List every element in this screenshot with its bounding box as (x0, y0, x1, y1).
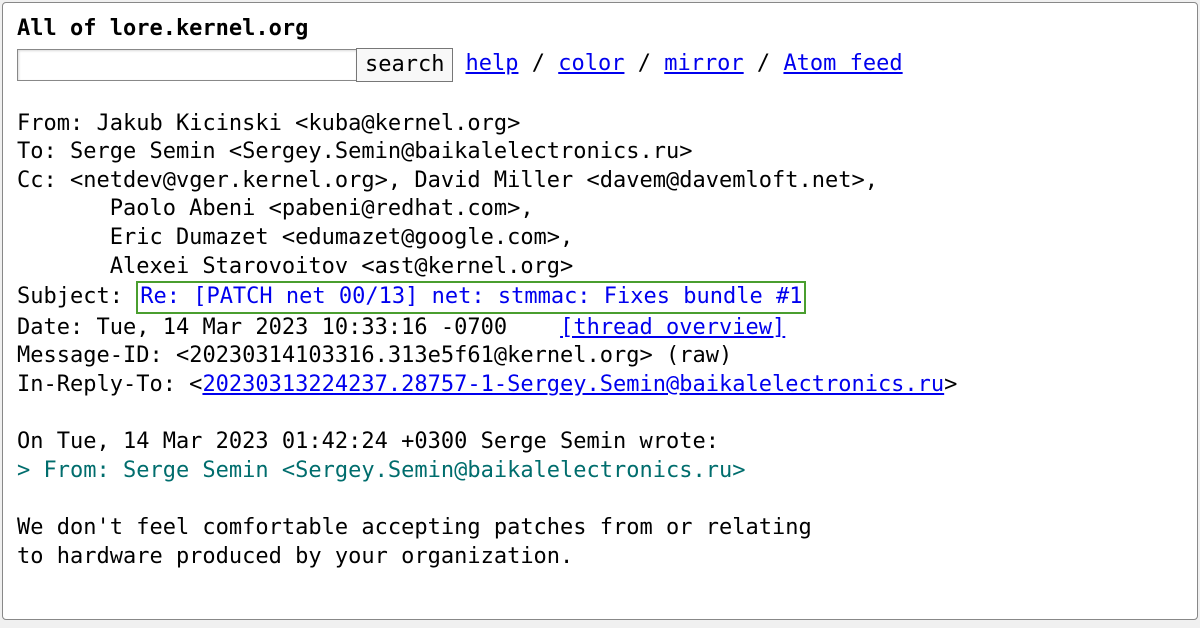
from-label: From: (17, 111, 96, 136)
message-headers: From: Jakub Kicinski <kuba@kernel.org> T… (17, 110, 1183, 572)
cc-value-1: <netdev@vger.kernel.org>, David Miller <… (70, 168, 878, 193)
body-text-1: We don't feel comfortable accepting patc… (17, 515, 812, 540)
subject-value[interactable]: Re: [PATCH net 00/13] net: stmmac: Fixes… (136, 281, 806, 314)
content-window: All of lore.kernel.org search help / col… (2, 2, 1198, 620)
cc-value-4: Alexei Starovoitov <ast@kernel.org> (17, 254, 573, 279)
cc-value-2: Paolo Abeni <pabeni@redhat.com>, (17, 196, 534, 221)
separator: / (744, 51, 784, 76)
to-value: Serge Semin <Sergey.Semin@baikalelectron… (70, 139, 693, 164)
search-row: search help / color / mirror / Atom feed (17, 48, 1183, 82)
page-title: All of lore.kernel.org (17, 15, 1183, 44)
search-input[interactable] (17, 49, 357, 81)
nav-links: help / color / mirror / Atom feed (465, 50, 902, 79)
date-value: Tue, 14 Mar 2023 10:33:16 -0700 (96, 315, 507, 340)
color-link[interactable]: color (558, 51, 624, 76)
message-id-label: Message-ID: (17, 343, 176, 368)
mirror-link[interactable]: mirror (664, 51, 743, 76)
subject-label: Subject: (17, 284, 136, 309)
separator: / (518, 51, 558, 76)
body-intro: On Tue, 14 Mar 2023 01:42:24 +0300 Serge… (17, 429, 719, 454)
thread-overview-link[interactable]: [thread overview] (560, 315, 785, 340)
search-button[interactable]: search (356, 48, 453, 82)
separator: / (624, 51, 664, 76)
atom-feed-link[interactable]: Atom feed (783, 51, 902, 76)
help-link[interactable]: help (465, 51, 518, 76)
in-reply-to-link[interactable]: 20230313224237.28757-1-Sergey.Semin@baik… (202, 372, 944, 397)
in-reply-to-close: > (944, 372, 957, 397)
cc-label: Cc: (17, 168, 70, 193)
message-id-value: <20230314103316.313e5f61@kernel.org> (ra… (176, 343, 732, 368)
to-label: To: (17, 139, 70, 164)
quoted-text: > From: Serge Semin <Sergey.Semin@baikal… (17, 458, 745, 483)
body-text-2: to hardware produced by your organizatio… (17, 544, 573, 569)
date-label: Date: (17, 315, 96, 340)
in-reply-to-label: In-Reply-To: < (17, 372, 202, 397)
from-value: Jakub Kicinski <kuba@kernel.org> (96, 111, 520, 136)
cc-value-3: Eric Dumazet <edumazet@google.com>, (17, 225, 573, 250)
